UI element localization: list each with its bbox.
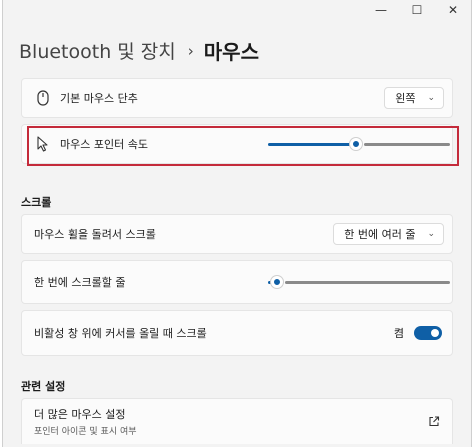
page-title: 마우스 (203, 40, 259, 64)
inactive-scroll-label: 비활성 창 위에 커서를 올릴 때 스크롤 (34, 327, 207, 340)
wheel-scroll-value: 한 번에 여러 줄 (344, 228, 416, 241)
toggle-state-text: 켬 (393, 327, 404, 340)
external-link-icon (428, 412, 440, 431)
toggle-knob (431, 329, 439, 337)
primary-button-label: 기본 마우스 단추 (60, 92, 138, 105)
primary-button-row: 기본 마우스 단추 왼쪽 ⌄ (21, 78, 453, 118)
breadcrumb: Bluetooth 및 장치 › 마우스 (19, 36, 259, 65)
inactive-scroll-toggle[interactable] (414, 326, 442, 340)
slider-track-empty (285, 281, 450, 284)
chevron-down-icon: ⌄ (427, 93, 435, 103)
mouse-icon (34, 89, 52, 107)
maximize-button[interactable]: ☐ (399, 0, 435, 20)
scroll-lines-row: 한 번에 스크롤할 줄 (21, 260, 453, 304)
wheel-scroll-label: 마우스 휠을 돌려서 스크롤 (34, 228, 156, 241)
inactive-scroll-toggle-group: 켬 (394, 325, 442, 341)
minimize-button[interactable]: — (363, 0, 399, 20)
primary-button-dropdown[interactable]: 왼쪽 ⌄ (384, 87, 444, 109)
slider-thumb[interactable] (271, 276, 284, 288)
more-mouse-settings-row[interactable]: 더 많은 마우스 설정 포인터 아이콘 및 표시 여부 (21, 398, 453, 444)
highlight-box (27, 126, 459, 166)
scroll-section-title: 스크롤 (21, 196, 52, 209)
breadcrumb-parent[interactable]: Bluetooth 및 장치 (19, 37, 176, 64)
settings-window: — ☐ ✕ Bluetooth 및 장치 › 마우스 기본 마우스 단추 왼쪽 … (2, 0, 472, 447)
breadcrumb-separator: › (187, 41, 194, 60)
wheel-scroll-row: 마우스 휠을 돌려서 스크롤 한 번에 여러 줄 ⌄ (21, 214, 453, 254)
chevron-down-icon: ⌄ (427, 229, 435, 239)
close-button[interactable]: ✕ (435, 0, 471, 20)
related-section-title: 관련 설정 (21, 380, 66, 393)
more-mouse-settings-label: 더 많은 마우스 설정 (34, 408, 126, 421)
title-bar: — ☐ ✕ (331, 0, 471, 20)
wheel-scroll-dropdown[interactable]: 한 번에 여러 줄 ⌄ (333, 223, 444, 245)
scroll-lines-label: 한 번에 스크롤할 줄 (34, 276, 126, 289)
primary-button-value: 왼쪽 (395, 92, 416, 105)
scroll-lines-slider[interactable] (268, 276, 450, 288)
more-mouse-settings-sub: 포인터 아이콘 및 표시 여부 (34, 427, 137, 437)
inactive-scroll-row: 비활성 창 위에 커서를 올릴 때 스크롤 켬 (21, 310, 453, 356)
